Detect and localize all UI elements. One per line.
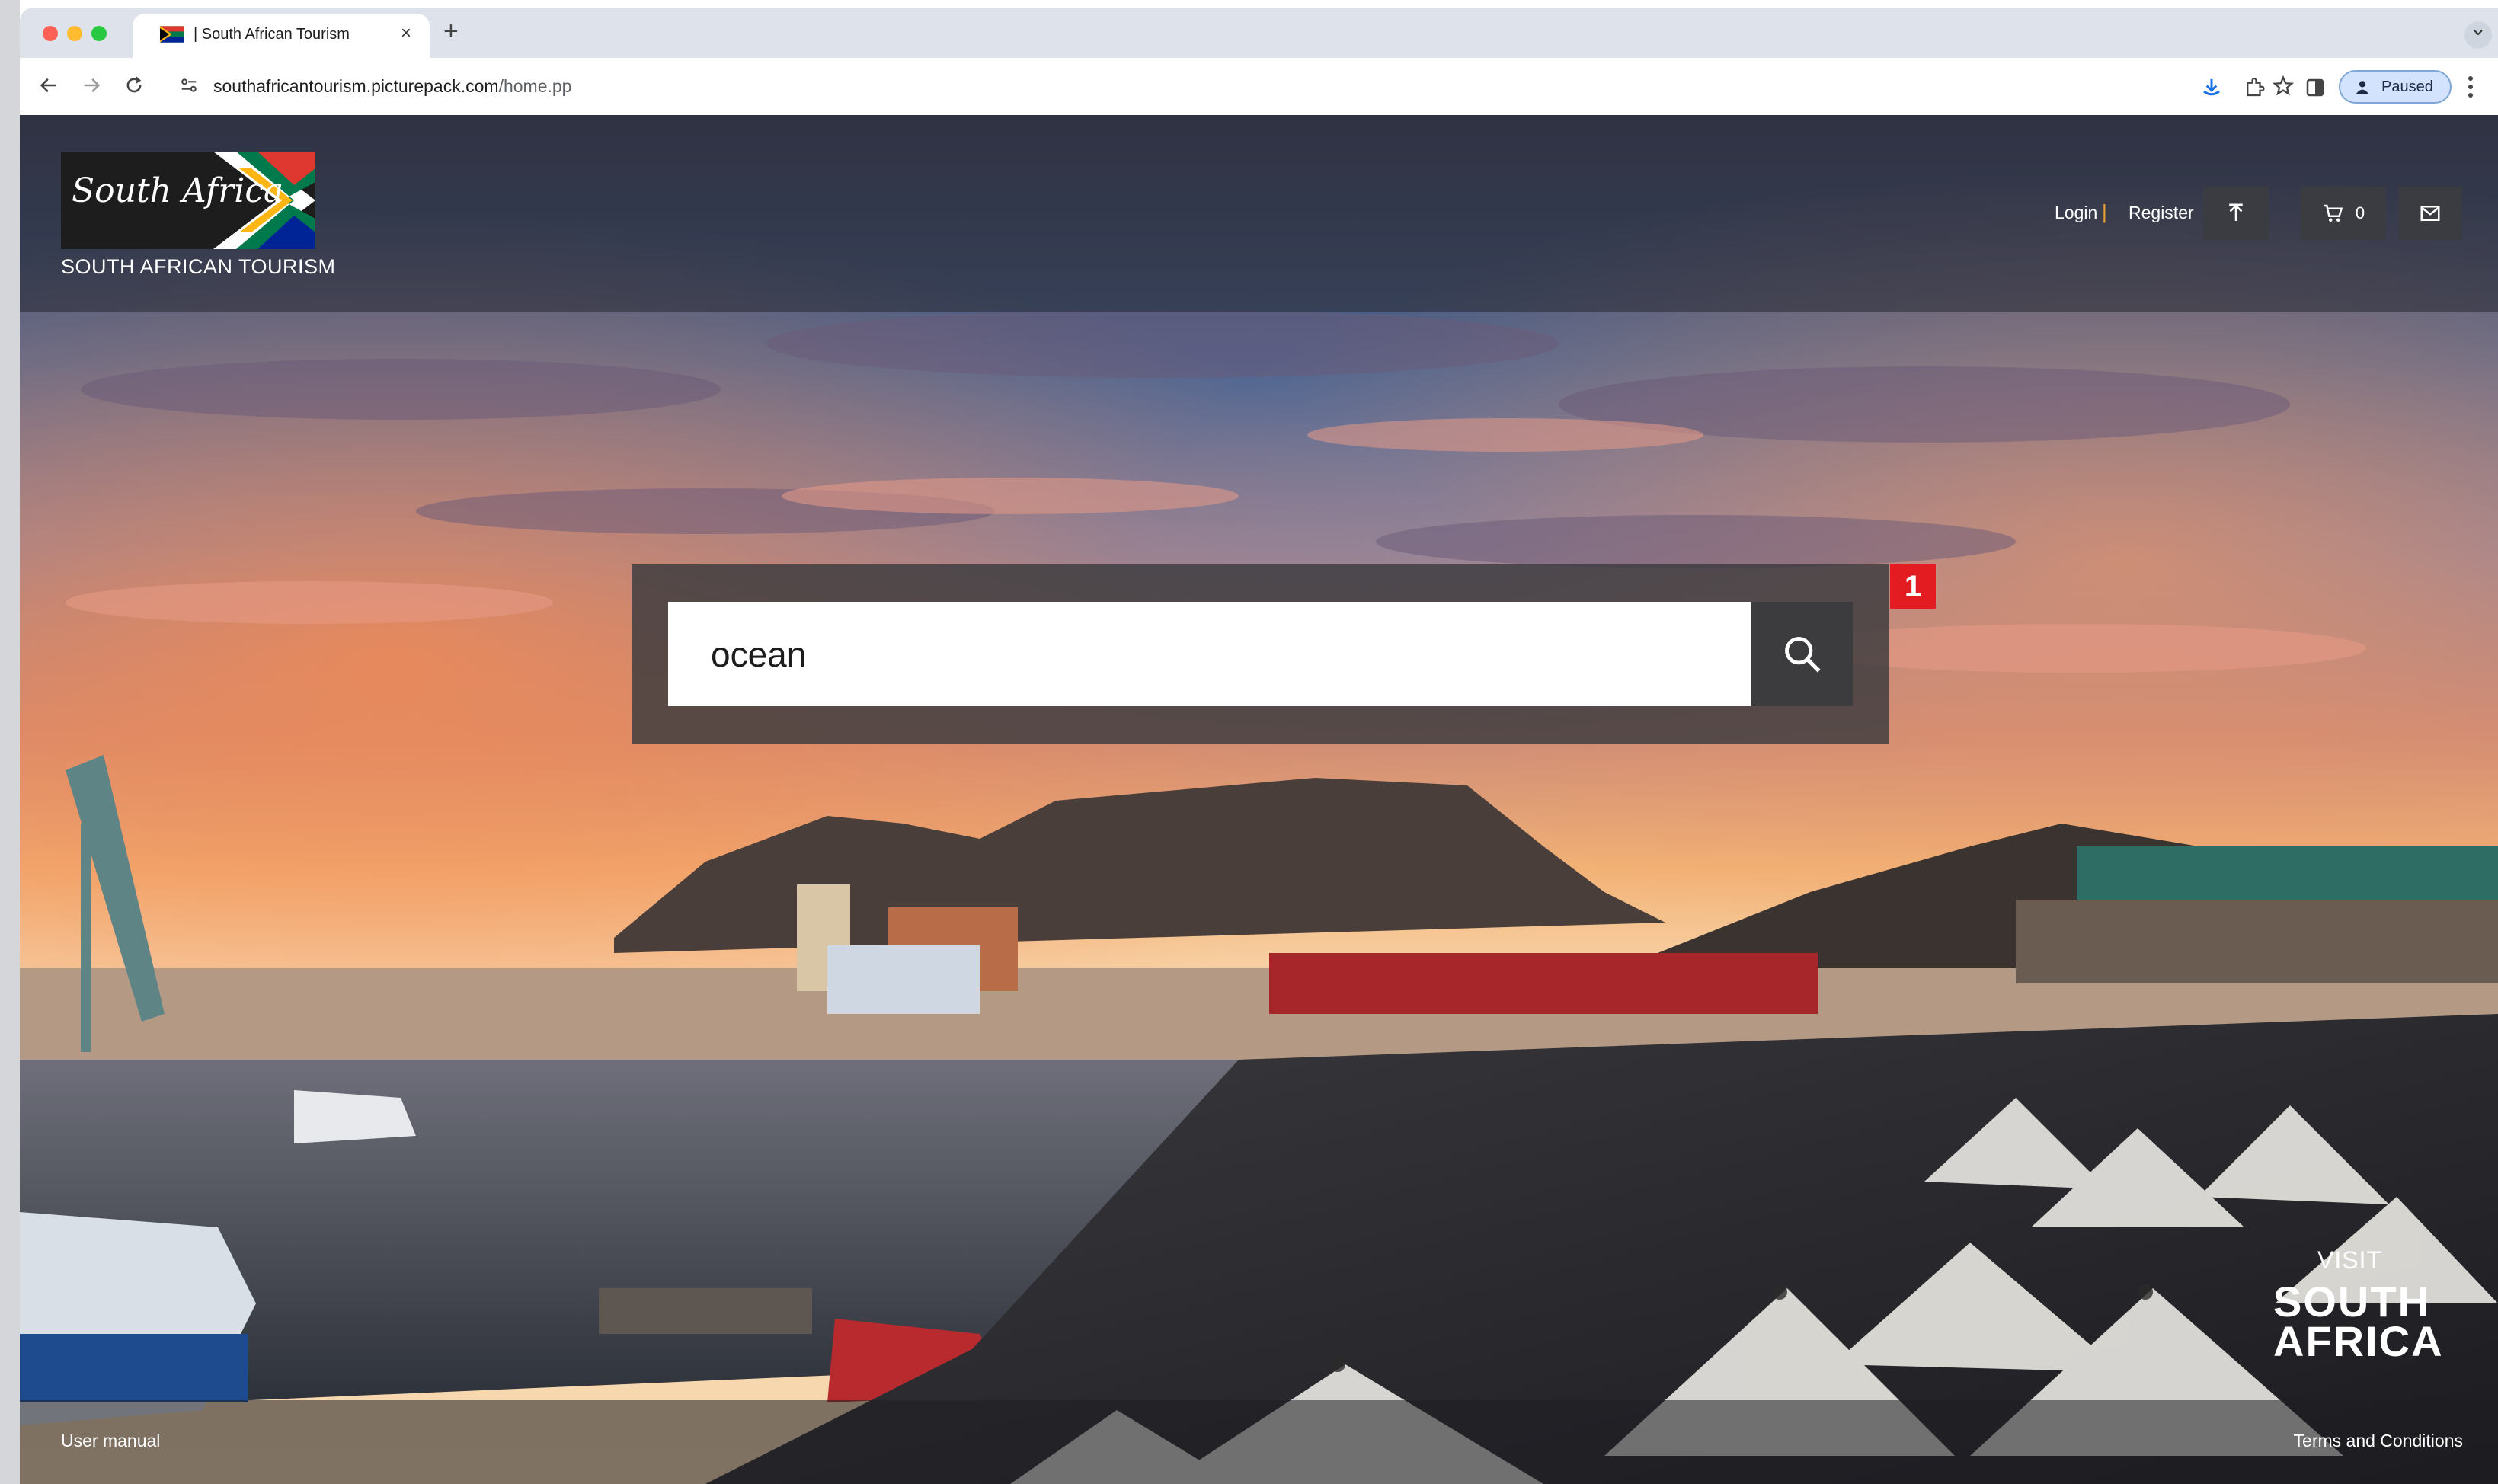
download-icon[interactable]	[2200, 76, 2223, 99]
brand-word-africa: AFRICA	[2273, 1317, 2444, 1365]
site-footer: User manual Terms and Conditions	[20, 1400, 2498, 1484]
url-path: /home.pp	[498, 76, 572, 96]
visit-south-africa-logo[interactable]: VISIT SOUTH AFRICA	[2273, 1246, 2442, 1365]
browser-tab[interactable]: | South African Tourism ×	[133, 14, 430, 58]
login-link[interactable]: Login	[2055, 203, 2097, 223]
site-header: South Africa SOUTH AFRICAN TOURISM Login…	[20, 115, 2498, 312]
close-window-button[interactable]	[43, 26, 58, 41]
search-input[interactable]	[668, 602, 1751, 706]
desktop-edge	[0, 0, 20, 1484]
cart-icon	[2324, 204, 2343, 222]
new-tab-button[interactable]: +	[443, 18, 459, 44]
profile-icon	[2356, 81, 2369, 94]
upload-icon	[2229, 203, 2243, 221]
site-info-icon[interactable]	[178, 75, 200, 96]
logo-subtitle: SOUTH AFRICAN TOURISM	[61, 255, 336, 278]
star-icon[interactable]	[2272, 75, 2295, 98]
screen: | South African Tourism × + southafrican…	[0, 0, 2498, 1484]
menu-icon[interactable]	[2467, 75, 2474, 99]
reload-button[interactable]	[120, 72, 148, 99]
back-button[interactable]	[35, 72, 62, 99]
mail-icon	[2420, 206, 2440, 221]
tab-title: | South African Tourism	[194, 26, 350, 43]
search-panel	[632, 564, 1889, 744]
side-panel-icon[interactable]	[2304, 76, 2327, 99]
minimize-window-button[interactable]	[67, 26, 82, 41]
profile-status: Paused	[2381, 78, 2433, 95]
register-link[interactable]: Register	[2129, 203, 2194, 223]
tab-search-button[interactable]	[2464, 21, 2492, 49]
forward-button[interactable]	[78, 72, 105, 99]
browser-chrome: | South African Tourism × + southafrican…	[20, 8, 2498, 115]
nav-separator: |	[2102, 200, 2107, 223]
address-bar[interactable]: southafricantourism.picturepack.com/home…	[165, 66, 2295, 105]
terms-and-conditions-link[interactable]: Terms and Conditions	[2294, 1431, 2463, 1451]
maximize-window-button[interactable]	[91, 26, 107, 41]
upload-button[interactable]	[2203, 187, 2269, 240]
user-manual-link[interactable]: User manual	[61, 1431, 160, 1451]
browser-toolbar: southafricantourism.picturepack.com/home…	[20, 58, 2498, 115]
search-icon	[1784, 636, 1821, 673]
forward-icon	[84, 78, 101, 93]
tab-strip: | South African Tourism × +	[20, 8, 2498, 58]
web-page: South Africa SOUTH AFRICAN TOURISM Login…	[20, 115, 2498, 1484]
reload-icon	[126, 76, 142, 93]
chevron-down-icon	[2474, 30, 2483, 36]
hero-background-image	[20, 115, 2498, 1484]
extensions-icon[interactable]	[2243, 76, 2266, 99]
cart-button[interactable]: 0	[2301, 187, 2386, 240]
visit-label: VISIT	[2317, 1246, 2383, 1274]
url-text[interactable]: southafricantourism.picturepack.com/home…	[213, 76, 571, 97]
url-host: southafricantourism.picturepack.com	[213, 76, 499, 96]
cart-count: 0	[2355, 203, 2365, 222]
flag-favicon-icon	[160, 26, 184, 43]
south-africa-logo[interactable]: South Africa	[61, 152, 315, 249]
contact-button[interactable]	[2398, 187, 2462, 240]
logo-script-text: South Africa	[72, 171, 284, 210]
profile-button[interactable]: Paused	[2339, 70, 2452, 104]
search-button[interactable]	[1751, 602, 1853, 706]
tab-close-icon[interactable]: ×	[401, 23, 411, 44]
back-icon	[40, 78, 56, 93]
step-badge: 1	[1890, 564, 1936, 609]
